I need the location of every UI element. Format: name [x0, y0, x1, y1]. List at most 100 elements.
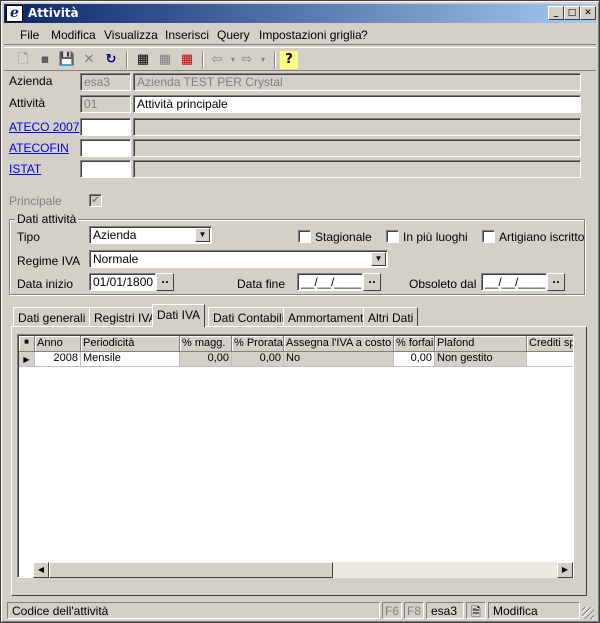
tipo-label: Tipo	[17, 230, 40, 244]
istat-code-field[interactable]	[80, 160, 131, 178]
scroll-left-icon[interactable]: ◀	[33, 562, 49, 578]
atecofin-desc-field	[133, 139, 581, 157]
toolbar-separator	[126, 51, 128, 69]
menu-visualizza[interactable]: Visualizza	[104, 28, 158, 42]
stagionale-label: Stagionale	[315, 230, 372, 244]
new-document-icon[interactable]: 🗋	[14, 51, 32, 69]
tipo-select-value: Azienda	[93, 228, 137, 242]
data-inizio-picker-button[interactable]: ..	[156, 273, 174, 291]
grid-horizontal-scrollbar[interactable]: ◀ ▶	[33, 562, 573, 578]
help-icon[interactable]: ?	[280, 51, 298, 69]
regime-iva-label: Regime IVA	[17, 254, 81, 268]
tab-altri-dati[interactable]: Altri Dati	[363, 307, 419, 327]
maximize-button[interactable]: □	[564, 6, 580, 20]
data-inizio-field[interactable]: 01/01/1800	[89, 273, 156, 291]
grid-delete-row-icon[interactable]: ▦	[178, 51, 196, 69]
menu-inserisci[interactable]: Inserisci	[165, 28, 209, 42]
scroll-thumb[interactable]	[49, 562, 333, 578]
tipo-select[interactable]: Azienda ▼	[89, 226, 212, 244]
tab-ammortamenti[interactable]: Ammortamenti	[283, 307, 372, 327]
menu-bar: File Modifica Visualizza Inserisci Query…	[4, 25, 596, 45]
column-header-assegna-iva[interactable]: Assegna l'IVA a costo	[284, 336, 394, 352]
data-fine-picker-button[interactable]: ..	[363, 273, 381, 291]
column-header-crediti[interactable]: Crediti sp	[527, 336, 573, 352]
istat-desc-field	[133, 160, 581, 178]
ateco-2007-link[interactable]: ATECO 2007	[9, 120, 79, 134]
cell-crediti[interactable]	[527, 352, 573, 367]
close-button[interactable]: ✕	[580, 6, 596, 20]
window: e Attività _ □ ✕ File Modifica Visualizz…	[0, 0, 600, 623]
obsoleto-label: Obsoleto dal	[409, 277, 477, 291]
piu-luoghi-checkbox[interactable]	[386, 230, 399, 243]
atecofin-code-field[interactable]	[80, 139, 131, 157]
copy-document-icon[interactable]: ▪	[36, 51, 54, 69]
attivita-code-field: 01	[80, 95, 131, 113]
status-bar: Codice dell'attività F6 F8 esa3 🗎 Modifi…	[4, 601, 596, 620]
grid-insert-row-icon[interactable]: ▦	[156, 51, 174, 69]
azienda-desc-field: Azienda TEST PER Crystal	[133, 73, 581, 91]
status-f8: F8	[404, 602, 424, 619]
attivita-label: Attività	[9, 96, 46, 110]
title-bar[interactable]: e Attività _ □ ✕	[4, 4, 596, 23]
tab-dati-generali[interactable]: Dati generali	[13, 307, 91, 327]
menu-help[interactable]: ?	[361, 28, 368, 42]
column-header-anno[interactable]: Anno	[35, 336, 81, 352]
data-inizio-label: Data inizio	[17, 277, 74, 291]
cell-plafond[interactable]: Non gestito	[435, 352, 527, 367]
menu-modifica[interactable]: Modifica	[51, 28, 96, 42]
azienda-code-field: esa3	[80, 73, 131, 91]
obsoleto-field[interactable]: __/__/____	[481, 273, 547, 291]
column-header-prorata[interactable]: % Prorata	[232, 336, 284, 352]
atecofin-link[interactable]: ATECOFIN	[9, 141, 69, 155]
istat-link[interactable]: ISTAT	[9, 162, 41, 176]
cell-magg[interactable]: 0,00	[180, 352, 232, 367]
obsoleto-picker-button[interactable]: ..	[547, 273, 565, 291]
resize-grip-icon[interactable]	[582, 607, 594, 619]
cell-assegna-iva[interactable]: No	[284, 352, 394, 367]
menu-query[interactable]: Query	[217, 28, 250, 42]
cell-forfai[interactable]: 0,00	[394, 352, 435, 367]
column-header-forfai[interactable]: % forfai	[394, 336, 435, 352]
grid-add-row-icon[interactable]: ▦	[134, 51, 152, 69]
menu-file[interactable]: File	[20, 28, 39, 42]
piu-luoghi-label: In più luoghi	[403, 230, 468, 244]
regime-iva-select-value: Normale	[93, 252, 139, 266]
status-company: esa3	[426, 602, 464, 619]
column-header-plafond[interactable]: Plafond	[435, 336, 527, 352]
forward-dropdown-icon[interactable]: ▾	[254, 51, 272, 69]
status-text: Codice dell'attività	[7, 602, 380, 619]
menu-impostazioni-griglia[interactable]: Impostazioni griglia	[259, 28, 362, 42]
ateco-desc-field	[133, 118, 581, 136]
cell-anno[interactable]: 2008	[35, 352, 81, 367]
chevron-down-icon[interactable]: ▼	[195, 228, 210, 242]
data-fine-field[interactable]: __/__/____	[297, 273, 363, 291]
row-indicator-icon[interactable]: ▶	[19, 352, 35, 367]
window-title: Attività	[28, 6, 79, 20]
dati-iva-grid[interactable]: ■ Anno Periodicità % magg. % Prorata Ass…	[17, 334, 574, 578]
toolbar: 🗋 ▪ 💾 ✕ ↻ ▦ ▦ ▦ ⇦ ▾ ⇨ ▾ ?	[4, 47, 596, 71]
cell-prorata[interactable]: 0,00	[232, 352, 284, 367]
principale-checkbox: ✔	[89, 194, 102, 207]
minimize-button[interactable]: _	[548, 6, 564, 20]
save-icon[interactable]: 💾	[58, 51, 76, 69]
toolbar-separator	[274, 51, 276, 69]
attivita-desc-field[interactable]: Attività principale	[133, 95, 581, 113]
refresh-icon[interactable]: ↻	[102, 51, 120, 69]
status-f6: F6	[382, 602, 402, 619]
data-fine-label: Data fine	[237, 277, 286, 291]
column-header-magg[interactable]: % magg.	[180, 336, 232, 352]
stagionale-checkbox[interactable]	[298, 230, 311, 243]
regime-iva-select[interactable]: Normale ▼	[89, 250, 388, 268]
artigiano-checkbox[interactable]	[482, 230, 495, 243]
chevron-down-icon[interactable]: ▼	[371, 252, 386, 266]
cell-periodicita[interactable]: Mensile	[81, 352, 180, 367]
tab-registri-iva[interactable]: Registri IVA	[89, 307, 162, 327]
ateco-code-field[interactable]	[80, 118, 131, 136]
delete-icon[interactable]: ✕	[80, 51, 98, 69]
column-header-periodicita[interactable]: Periodicità	[81, 336, 180, 352]
tab-dati-iva[interactable]: Dati IVA	[152, 304, 206, 327]
document-icon: 🗎	[466, 602, 486, 619]
app-icon[interactable]: e	[6, 5, 23, 22]
tab-dati-contabili[interactable]: Dati Contabili	[208, 307, 290, 327]
scroll-right-icon[interactable]: ▶	[557, 562, 573, 578]
